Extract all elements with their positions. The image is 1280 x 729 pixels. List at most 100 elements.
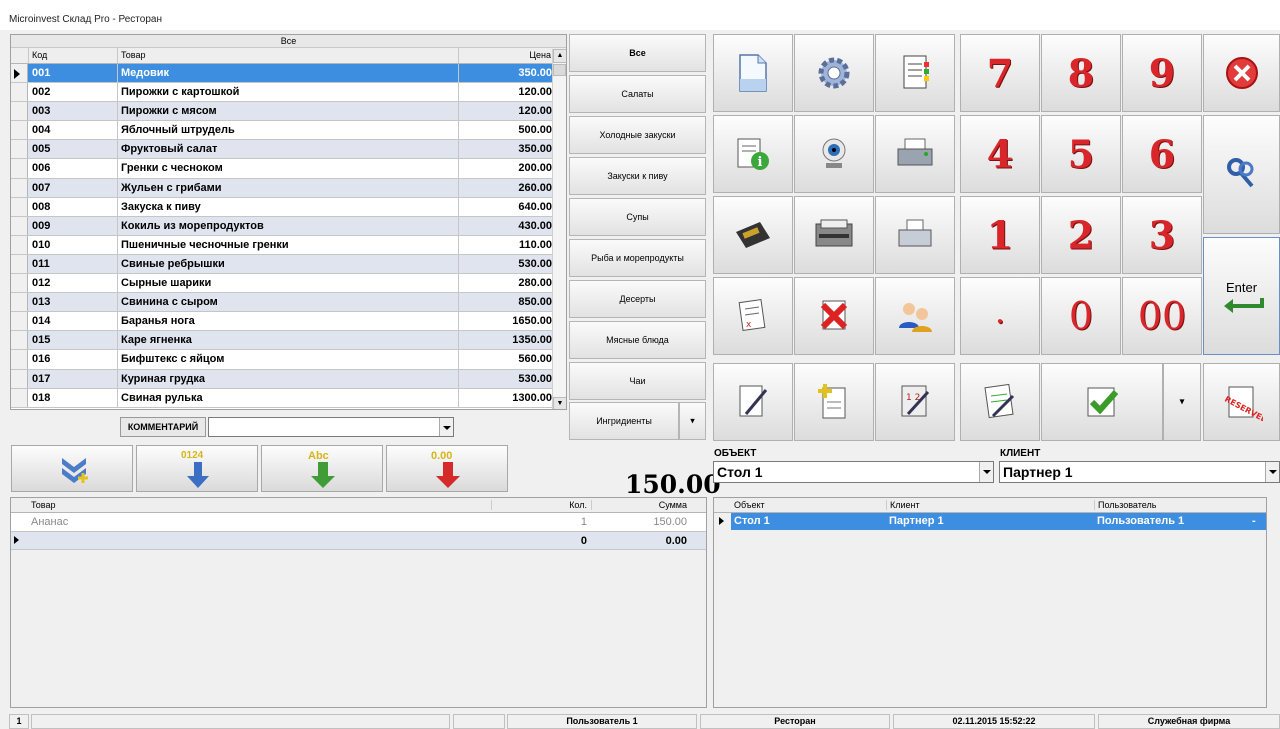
product-row[interactable]: 015 Каре ягненка 1350.00: [11, 331, 566, 351]
objects-col-user[interactable]: Пользователь: [1094, 500, 1156, 510]
product-row[interactable]: 014 Баранья нога 1650.00: [11, 312, 566, 332]
product-row[interactable]: 007 Жульен с грибами 260.00: [11, 178, 566, 198]
key-8[interactable]: 8: [1041, 34, 1121, 112]
comment-dropdown[interactable]: [208, 417, 454, 437]
product-row[interactable]: 001 Медовик 350.00: [11, 64, 566, 84]
key-3[interactable]: 3: [1122, 196, 1202, 274]
key-dot[interactable]: .: [960, 277, 1040, 355]
key-1[interactable]: 1: [960, 196, 1040, 274]
product-row[interactable]: 005 Фруктовый салат 350.00: [11, 140, 566, 160]
product-row[interactable]: 010 Пшеничные чесночные гренки 110.00: [11, 235, 566, 255]
category-button[interactable]: Супы: [569, 198, 706, 236]
settings-button[interactable]: [794, 34, 874, 112]
key-4[interactable]: 4: [960, 115, 1040, 193]
category-button[interactable]: Холодные закуски: [569, 116, 706, 154]
category-button[interactable]: Ингридиенты: [569, 402, 679, 440]
category-button[interactable]: Мясные блюда: [569, 321, 706, 359]
product-row[interactable]: 008 Закуска к пиву 640.00: [11, 197, 566, 217]
key-5[interactable]: 5: [1041, 115, 1121, 193]
product-row[interactable]: 017 Куриная грудка 530.00: [11, 369, 566, 389]
print-button[interactable]: [875, 115, 955, 193]
sort-by-price-button[interactable]: 0.00: [386, 445, 508, 492]
card-reader-button[interactable]: [713, 196, 793, 274]
close-button[interactable]: [1203, 34, 1280, 112]
new-document-button[interactable]: [713, 34, 793, 112]
cell-divider: [117, 159, 118, 178]
cancel-document-button[interactable]: x: [713, 277, 793, 355]
users-button[interactable]: [875, 277, 955, 355]
key-0[interactable]: 0: [1041, 277, 1121, 355]
objects-col-client[interactable]: Клиент: [886, 500, 920, 510]
product-row[interactable]: 002 Пирожки с картошкой 120.00: [11, 83, 566, 103]
client-select[interactable]: Партнер 1: [999, 461, 1280, 483]
row-indicator: [11, 350, 28, 369]
key-2[interactable]: 2: [1041, 196, 1121, 274]
product-row[interactable]: 018 Свиная рулька 1300.00: [11, 388, 566, 408]
scroll-thumb[interactable]: [553, 64, 566, 76]
product-name: Закуска к пиву: [121, 200, 201, 213]
order-col-sum[interactable]: Сумма: [591, 500, 687, 510]
order-row[interactable]: Ананас 1 150.00: [11, 513, 706, 532]
row-indicator: [11, 64, 28, 83]
key-9[interactable]: 9: [1122, 34, 1202, 112]
order-col-qty[interactable]: Кол.: [491, 500, 587, 510]
edit-document-button[interactable]: [713, 363, 793, 441]
key-6[interactable]: 6: [1122, 115, 1202, 193]
scroll-up-icon[interactable]: ▲: [553, 49, 566, 63]
col-code-header[interactable]: Код: [28, 48, 117, 63]
status-empty-2: [453, 714, 505, 729]
comment-button[interactable]: КОММЕНТАРИЙ: [120, 417, 206, 437]
notes-button[interactable]: [875, 34, 955, 112]
products-scrollbar[interactable]: ▲ ▼: [552, 49, 566, 409]
confirm-button[interactable]: [1041, 363, 1163, 441]
chevron-down-icon[interactable]: [1265, 462, 1279, 482]
webcam-button[interactable]: [794, 115, 874, 193]
chevron-down-icon[interactable]: [979, 462, 993, 482]
col-price-header[interactable]: Цена: [458, 48, 554, 63]
reserved-button[interactable]: RESERVED: [1203, 363, 1280, 441]
info-button[interactable]: i: [713, 115, 793, 193]
product-row[interactable]: 003 Пирожки с мясом 120.00: [11, 102, 566, 122]
key-00[interactable]: 00: [1122, 277, 1202, 355]
confirm-dropdown[interactable]: ▾: [1163, 363, 1201, 441]
key-7[interactable]: 7: [960, 34, 1040, 112]
products-grid[interactable]: Все Код Товар Цена 001 Медовик 350.00 002 Пи…: [10, 34, 567, 410]
category-button[interactable]: Все: [569, 34, 706, 72]
category-button[interactable]: Чаи: [569, 362, 706, 400]
expand-button[interactable]: [11, 445, 133, 492]
category-dropdown[interactable]: ▾: [679, 402, 706, 440]
sort-by-name-button[interactable]: Abc: [261, 445, 383, 492]
product-row[interactable]: 012 Сырные шарики 280.00: [11, 274, 566, 294]
order-grid[interactable]: Товар Кол. Сумма Ананас 1 150.00 0 0.00: [10, 497, 707, 708]
delete-button[interactable]: [794, 277, 874, 355]
product-row[interactable]: 013 Свинина с сыром 850.00: [11, 293, 566, 313]
chevron-down-icon[interactable]: [439, 418, 453, 436]
col-name-header[interactable]: Товар: [117, 48, 458, 63]
objects-row[interactable]: Стол 1 Партнер 1 Пользователь 1 -: [714, 513, 1266, 530]
list-document-button[interactable]: [960, 363, 1040, 441]
category-button[interactable]: Салаты: [569, 75, 706, 113]
sort-by-code-button[interactable]: 0124: [136, 445, 258, 492]
order-col-name[interactable]: Товар: [31, 500, 56, 510]
objects-grid[interactable]: Объект Клиент Пользователь Стол 1 Партне…: [713, 497, 1267, 708]
fiscal-printer-button[interactable]: [794, 196, 874, 274]
login-button[interactable]: [1203, 115, 1280, 234]
product-row[interactable]: 006 Гренки с чесноком 200.00: [11, 159, 566, 179]
object-select[interactable]: Стол 1: [713, 461, 994, 483]
numbered-document-button[interactable]: 1 2: [875, 363, 955, 441]
receipt-printer-button[interactable]: [875, 196, 955, 274]
enter-button[interactable]: Enter: [1203, 237, 1280, 355]
category-button[interactable]: Десерты: [569, 280, 706, 318]
product-row[interactable]: 016 Бифштекс с яйцом 560.00: [11, 350, 566, 370]
product-row[interactable]: 011 Свиные ребрышки 530.00: [11, 254, 566, 275]
scroll-down-icon[interactable]: ▼: [553, 397, 566, 409]
key-5-label: 5: [1067, 131, 1095, 177]
row-indicator: [11, 388, 28, 407]
category-button[interactable]: Закуски к пиву: [569, 157, 706, 195]
add-document-button[interactable]: [794, 363, 874, 441]
category-button[interactable]: Рыба и морепродукты: [569, 239, 706, 277]
cell-divider: [117, 254, 118, 274]
product-row[interactable]: 004 Яблочный штрудель 500.00: [11, 121, 566, 141]
product-row[interactable]: 009 Кокиль из морепродуктов 430.00: [11, 216, 566, 236]
objects-col-object[interactable]: Объект: [734, 500, 765, 510]
